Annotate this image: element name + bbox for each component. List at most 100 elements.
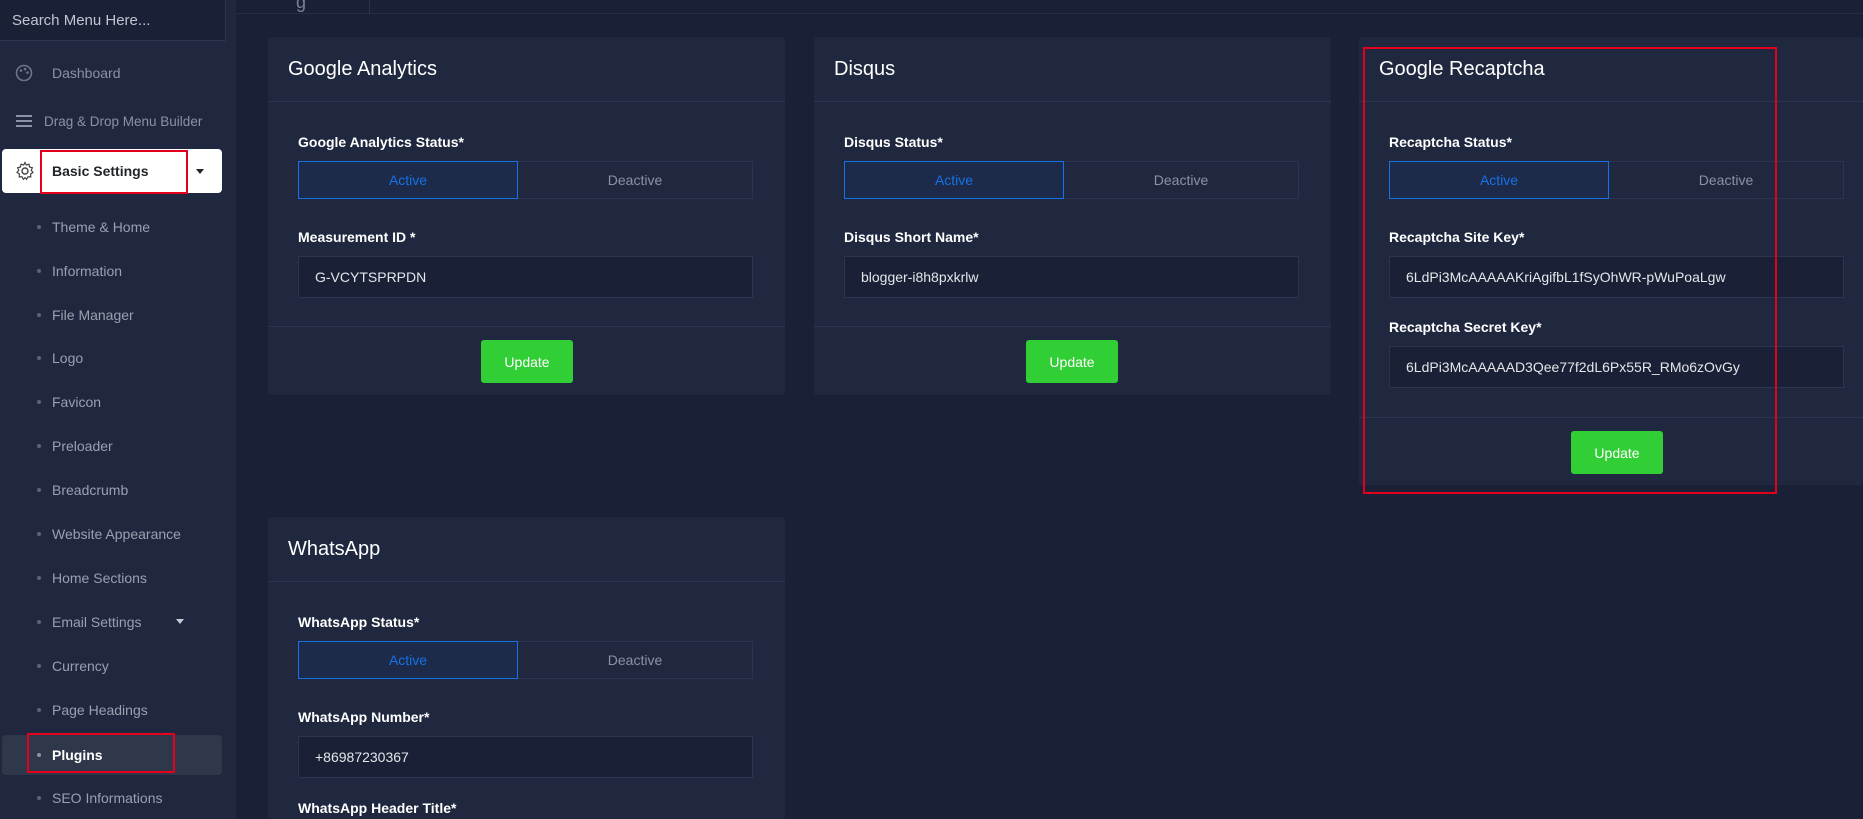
bullet-icon bbox=[37, 664, 41, 668]
deactive-option[interactable]: Deactive bbox=[518, 641, 753, 679]
divider bbox=[268, 326, 785, 327]
card-google-analytics: Google Analytics Google Analytics Status… bbox=[268, 37, 785, 395]
sidebar-subitem-page-headings[interactable]: Page Headings bbox=[0, 692, 222, 728]
recaptcha-secret-key-input[interactable]: 6LdPi3McAAAAAD3Qee77f2dL6Px55R_RMo6zOvGy bbox=[1389, 346, 1844, 388]
bullet-icon bbox=[37, 576, 41, 580]
sidebar-subitem-label: File Manager bbox=[52, 307, 134, 323]
sidebar-subitem-label: Page Headings bbox=[52, 702, 148, 718]
disqus-short-name-input[interactable]: blogger-i8h8pxkrlw bbox=[844, 256, 1299, 298]
active-option[interactable]: Active bbox=[844, 161, 1064, 199]
sidebar-subitem-preloader[interactable]: Preloader bbox=[0, 428, 222, 464]
field-label: WhatsApp Header Title* bbox=[298, 800, 457, 816]
sidebar-subitem-label: Website Appearance bbox=[52, 526, 181, 542]
active-option[interactable]: Active bbox=[298, 161, 518, 199]
bullet-icon bbox=[37, 488, 41, 492]
bullet-icon bbox=[37, 708, 41, 712]
recaptcha-site-key-input[interactable]: 6LdPi3McAAAAAKriAgifbL1fSyOhWR-pWuPoaLgw bbox=[1389, 256, 1844, 298]
divider bbox=[814, 101, 1331, 102]
bullet-icon bbox=[37, 753, 41, 757]
sidebar-subitem-label: Home Sections bbox=[52, 570, 147, 586]
field-label: Recaptcha Site Key* bbox=[1389, 229, 1525, 245]
card-title: Google Analytics bbox=[288, 58, 437, 80]
card-disqus: Disqus Disqus Status* Active Deactive Di… bbox=[814, 37, 1331, 395]
divider bbox=[268, 581, 785, 582]
divider bbox=[814, 326, 1331, 327]
card-title: Disqus bbox=[834, 58, 896, 80]
sidebar-subitem-label: Currency bbox=[52, 658, 109, 674]
sidebar-item-dashboard[interactable]: Dashboard bbox=[0, 60, 222, 86]
field-label: WhatsApp Number* bbox=[298, 709, 430, 725]
bullet-icon bbox=[37, 269, 41, 273]
sidebar-subitem-label: Preloader bbox=[52, 438, 113, 454]
status-toggle: Active Deactive bbox=[298, 641, 753, 679]
sidebar-subitem-information[interactable]: Information bbox=[0, 253, 222, 289]
sidebar-subitem-label: SEO Informations bbox=[52, 790, 163, 806]
sidebar-subitem-plugins[interactable]: Plugins bbox=[2, 735, 222, 775]
update-button[interactable]: Update bbox=[481, 340, 573, 383]
sidebar-subitem-theme-home[interactable]: Theme & Home bbox=[0, 209, 222, 245]
sidebar-item-basic-settings[interactable]: Basic Settings bbox=[2, 149, 222, 193]
divider bbox=[1359, 417, 1863, 418]
field-label: Recaptcha Status* bbox=[1389, 134, 1512, 150]
status-toggle: Active Deactive bbox=[844, 161, 1299, 199]
sidebar-subitem-label: Breadcrumb bbox=[52, 482, 129, 498]
active-option[interactable]: Active bbox=[1389, 161, 1609, 199]
field-label: Disqus Status* bbox=[844, 134, 943, 150]
sidebar-subitem-website-appearance[interactable]: Website Appearance bbox=[0, 516, 222, 552]
update-button[interactable]: Update bbox=[1571, 431, 1663, 474]
card-title: Google Recaptcha bbox=[1379, 58, 1545, 80]
sidebar-item-label: Basic Settings bbox=[52, 163, 149, 179]
divider bbox=[268, 101, 785, 102]
field-label: Recaptcha Secret Key* bbox=[1389, 319, 1542, 335]
field-label: WhatsApp Status* bbox=[298, 614, 420, 630]
sidebar: Search Menu Here... Dashboard Drag & Dro… bbox=[0, 0, 236, 819]
caret-down-icon bbox=[196, 169, 204, 174]
page-header: g bbox=[236, 0, 1863, 14]
page-title-fragment: g bbox=[296, 0, 307, 12]
header-divider bbox=[369, 0, 370, 14]
bars-icon bbox=[14, 111, 34, 131]
sidebar-subitem-email-settings[interactable]: Email Settings bbox=[0, 604, 222, 640]
sidebar-subitem-currency[interactable]: Currency bbox=[0, 648, 222, 684]
deactive-option[interactable]: Deactive bbox=[1064, 161, 1299, 199]
sidebar-item-label: Dashboard bbox=[52, 65, 121, 81]
sidebar-subitem-seo-informations[interactable]: SEO Informations bbox=[0, 780, 222, 816]
bullet-icon bbox=[37, 796, 41, 800]
sidebar-subitem-home-sections[interactable]: Home Sections bbox=[0, 560, 222, 596]
card-google-recaptcha: Google Recaptcha Recaptcha Status* Activ… bbox=[1359, 37, 1863, 485]
bullet-icon bbox=[37, 444, 41, 448]
sidebar-subitem-favicon[interactable]: Favicon bbox=[0, 384, 222, 420]
sidebar-item-dnd-menu-builder[interactable]: Drag & Drop Menu Builder bbox=[0, 108, 222, 134]
sidebar-subitem-label: Email Settings bbox=[52, 614, 142, 630]
bullet-icon bbox=[37, 356, 41, 360]
bullet-icon bbox=[37, 532, 41, 536]
palette-icon bbox=[14, 63, 34, 83]
sidebar-subitem-label: Favicon bbox=[52, 394, 102, 410]
bullet-icon bbox=[37, 400, 41, 404]
sidebar-subitem-label: Logo bbox=[52, 350, 84, 366]
search-input[interactable]: Search Menu Here... bbox=[0, 0, 226, 41]
field-label: Measurement ID * bbox=[298, 229, 416, 245]
divider bbox=[1359, 101, 1863, 102]
bullet-icon bbox=[37, 225, 41, 229]
field-label: Disqus Short Name* bbox=[844, 229, 979, 245]
sidebar-subitem-label: Information bbox=[52, 263, 123, 279]
update-button[interactable]: Update bbox=[1026, 340, 1118, 383]
gear-icon bbox=[13, 159, 37, 183]
bullet-icon bbox=[37, 313, 41, 317]
caret-down-icon bbox=[176, 619, 184, 624]
deactive-option[interactable]: Deactive bbox=[1609, 161, 1844, 199]
sidebar-subitem-logo[interactable]: Logo bbox=[0, 340, 222, 376]
sidebar-subitem-breadcrumb[interactable]: Breadcrumb bbox=[0, 472, 222, 508]
active-option[interactable]: Active bbox=[298, 641, 518, 679]
whatsapp-number-input[interactable]: +86987230367 bbox=[298, 736, 753, 778]
card-title: WhatsApp bbox=[288, 538, 381, 560]
status-toggle: Active Deactive bbox=[298, 161, 753, 199]
bullet-icon bbox=[37, 620, 41, 624]
sidebar-subitem-file-manager[interactable]: File Manager bbox=[0, 297, 222, 333]
sidebar-subitem-label: Plugins bbox=[52, 747, 103, 763]
deactive-option[interactable]: Deactive bbox=[518, 161, 753, 199]
field-label: Google Analytics Status* bbox=[298, 134, 464, 150]
status-toggle: Active Deactive bbox=[1389, 161, 1844, 199]
measurement-id-input[interactable]: G-VCYTSPRPDN bbox=[298, 256, 753, 298]
